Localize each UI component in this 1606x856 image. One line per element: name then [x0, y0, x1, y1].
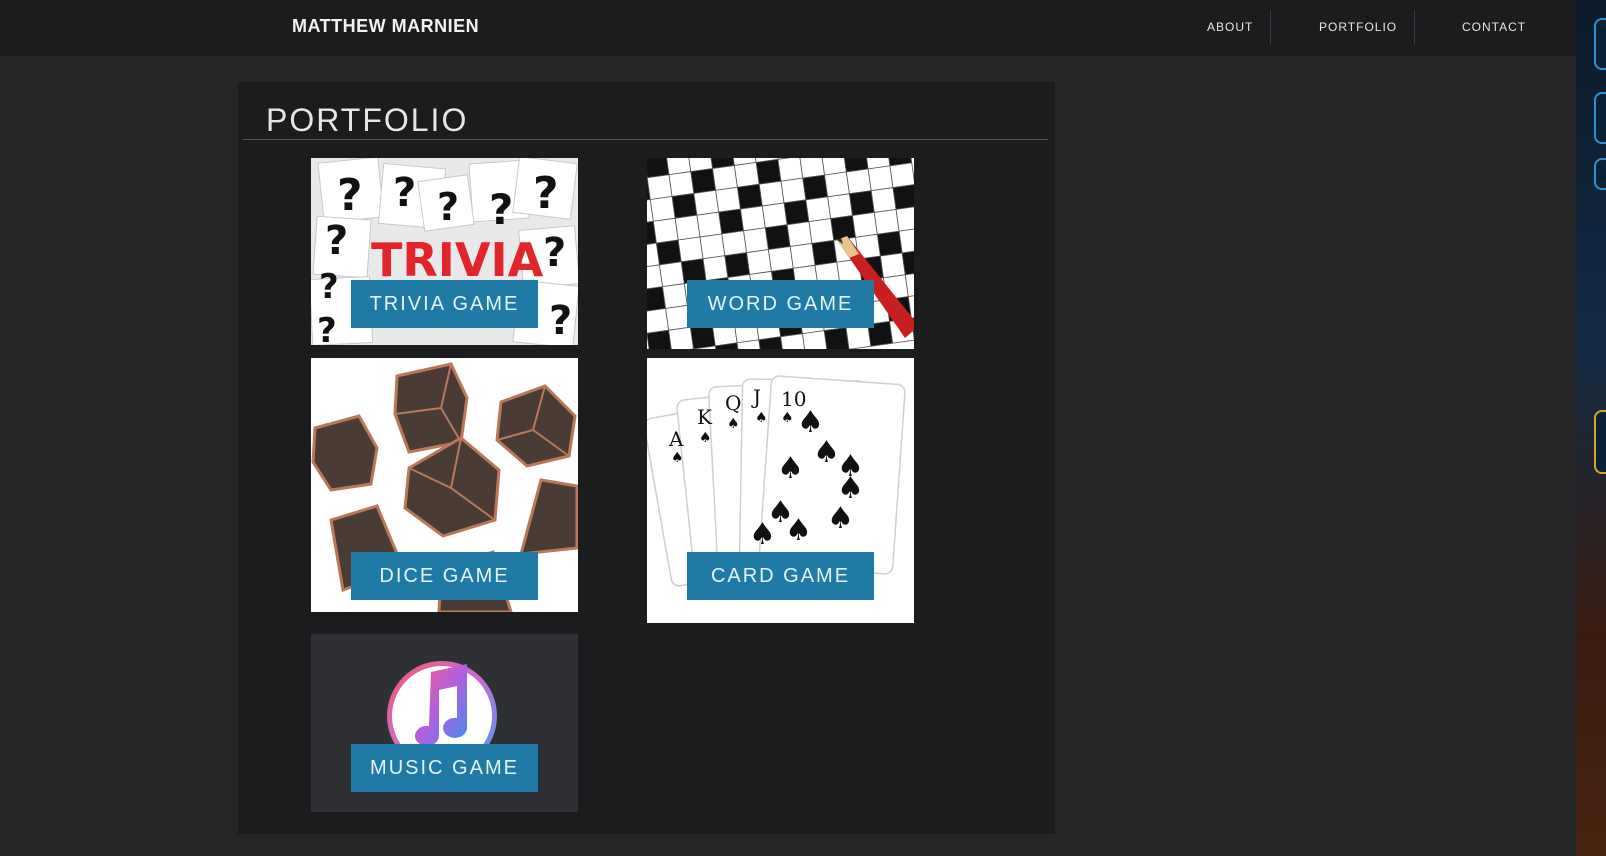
svg-text:♠: ♠ — [777, 451, 804, 486]
svg-text:♠: ♠ — [813, 435, 840, 470]
svg-text:?: ? — [317, 311, 337, 345]
svg-text:♠: ♠ — [781, 410, 794, 426]
svg-text:?: ? — [543, 230, 566, 276]
svg-text:♠: ♠ — [727, 416, 740, 432]
svg-text:J: J — [751, 385, 761, 409]
svg-text:?: ? — [437, 185, 459, 229]
svg-text:K: K — [697, 405, 713, 429]
title-divider — [243, 139, 1048, 140]
svg-text:Q: Q — [725, 391, 741, 415]
svg-text:♠: ♠ — [671, 450, 684, 466]
music-game-tile[interactable]: MUSIC GAME — [311, 634, 578, 812]
top-navbar: MATTHEW MARNIEN ABOUT PORTFOLIO CONTACT — [0, 0, 1576, 56]
svg-text:♠: ♠ — [755, 410, 768, 426]
edge-minus-icon — [1594, 158, 1606, 190]
svg-text:?: ? — [549, 298, 572, 344]
svg-text:♠: ♠ — [827, 501, 854, 536]
word-game-button[interactable]: WORD GAME — [687, 280, 874, 328]
svg-text:?: ? — [533, 168, 559, 219]
svg-text:♠: ♠ — [785, 513, 812, 548]
trivia-game-button[interactable]: TRIVIA GAME — [351, 280, 538, 328]
nav-portfolio-link[interactable]: PORTFOLIO — [1319, 20, 1397, 34]
svg-text:♠: ♠ — [749, 517, 776, 552]
svg-text:?: ? — [319, 267, 339, 307]
svg-text:?: ? — [393, 170, 416, 216]
card-game-tile[interactable]: A K Q J 10 ♠ ♠♠ ♠ ♠♠ ♠♠♠ ♠ ♠♠♠♠♠ CARD GA… — [647, 358, 914, 623]
dice-game-tile[interactable]: DICE GAME — [311, 358, 578, 620]
nav-divider — [1414, 10, 1415, 44]
word-game-tile[interactable]: WORD GAME — [647, 158, 914, 349]
nav-contact-link[interactable]: CONTACT — [1462, 20, 1526, 34]
trivia-game-tile[interactable]: ? ? ? ? ? ? ? ? ? ? TRIVIA TRIVIA GAME — [311, 158, 578, 345]
edge-coin-icon — [1594, 410, 1606, 474]
site-brand[interactable]: MATTHEW MARNIEN — [292, 16, 479, 37]
edge-down-icon — [1594, 92, 1606, 144]
nav-about-link[interactable]: ABOUT — [1207, 20, 1253, 34]
nav-divider — [1270, 10, 1271, 44]
edge-up-icon — [1594, 18, 1606, 70]
portfolio-panel: PORTFOLIO ? ? ? ? ? ? ? ? ? ? TRIVIA TRI… — [238, 82, 1055, 834]
trivia-image-text: TRIVIA — [371, 233, 544, 287]
svg-text:A: A — [668, 427, 684, 451]
dice-game-button[interactable]: DICE GAME — [351, 552, 538, 600]
svg-text:♠: ♠ — [699, 430, 712, 446]
page-title: PORTFOLIO — [266, 102, 469, 138]
svg-text:?: ? — [325, 218, 348, 264]
svg-text:?: ? — [337, 170, 363, 221]
music-game-button[interactable]: MUSIC GAME — [351, 744, 538, 792]
card-game-button[interactable]: CARD GAME — [687, 552, 874, 600]
svg-text:?: ? — [489, 185, 513, 234]
